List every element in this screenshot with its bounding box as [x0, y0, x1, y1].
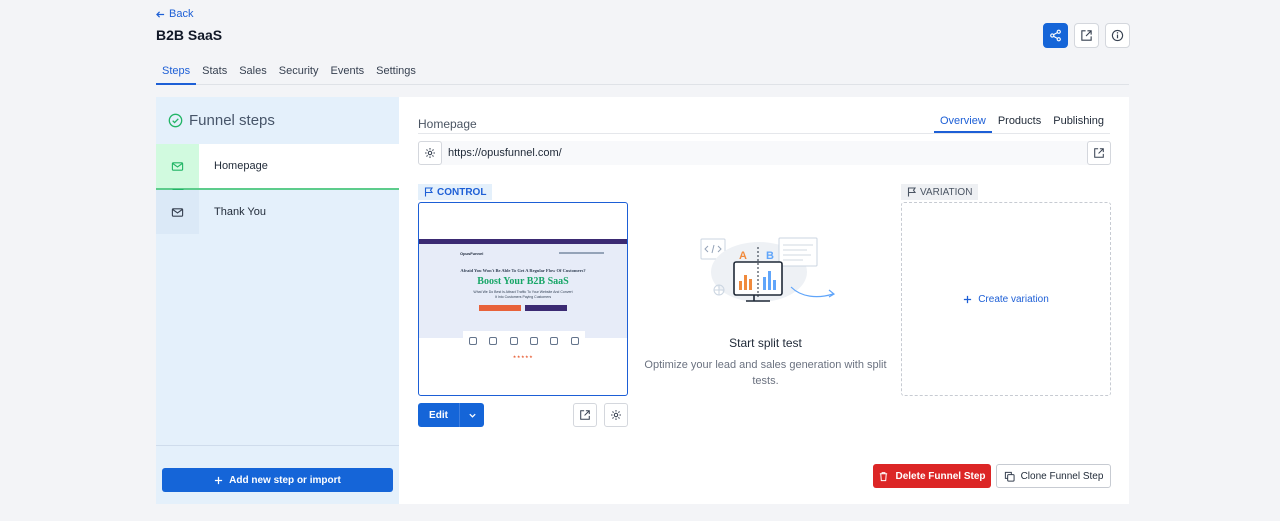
preview-subtext-2: It Into Customers Paying Customers [494, 295, 552, 299]
preview-nav [559, 252, 604, 254]
svg-text:A: A [739, 250, 747, 262]
preview-feature-icon [489, 337, 498, 345]
sidebar-divider [156, 445, 399, 446]
step-icon-container [156, 144, 199, 188]
preview-cta-primary [479, 305, 521, 311]
variation-placeholder[interactable]: Create variation [901, 202, 1111, 396]
preview-feature-icon [509, 337, 518, 345]
mail-icon [171, 161, 184, 171]
preview-heading-small: Afraid You Won't Be Able To Get A Regula… [460, 268, 586, 273]
share-icon [1050, 29, 1061, 42]
sidebar-step-homepage[interactable]: Homepage [156, 144, 399, 188]
copy-icon [1004, 471, 1015, 482]
step-detail-panel: Homepage Overview Products Publishing ht… [399, 97, 1129, 504]
back-label: Back [169, 8, 194, 20]
header-divider [418, 133, 1110, 134]
delete-funnel-step-button[interactable]: Delete Funnel Step [873, 464, 991, 488]
flag-icon [907, 187, 917, 197]
mail-icon [171, 207, 184, 217]
edit-dropdown-button[interactable] [460, 403, 484, 427]
step-tabs: Overview Products Publishing [933, 110, 1110, 133]
add-step-button[interactable]: Add new step or import [162, 468, 393, 492]
url-settings-button[interactable] [418, 141, 442, 165]
preview-cta-secondary [525, 305, 567, 311]
step-label: Homepage [214, 160, 268, 172]
preview-settings-button[interactable] [604, 403, 628, 427]
plus-icon [215, 476, 223, 484]
tab-publishing[interactable]: Publishing [1047, 110, 1110, 133]
sidebar-title: Funnel steps [189, 112, 275, 129]
info-icon [1111, 29, 1124, 42]
add-step-label: Add new step or import [229, 474, 341, 486]
external-link-icon [580, 410, 590, 420]
plus-icon [964, 295, 972, 303]
step-label: Thank You [214, 206, 266, 218]
split-test-title: Start split test [729, 336, 802, 350]
create-variation-link[interactable]: Create variation [963, 294, 1049, 305]
split-test-illustration-icon: A B [700, 237, 836, 302]
preview-logo: OpusFunnel [460, 251, 484, 256]
variation-badge: VARIATION [901, 184, 979, 200]
edit-button[interactable]: Edit [418, 403, 460, 427]
url-bar: https://opusfunnel.com/ [418, 141, 1111, 165]
funnel-steps-sidebar: Funnel steps Homepage Thank You Add new … [156, 97, 399, 504]
edit-button-group: Edit [418, 403, 484, 427]
preview-open-button[interactable] [573, 403, 597, 427]
page-title: B2B SaaS [156, 27, 223, 43]
clone-funnel-step-button[interactable]: Clone Funnel Step [996, 464, 1111, 488]
create-variation-label: Create variation [978, 293, 1049, 305]
sidebar-header: Funnel steps [168, 112, 275, 129]
tab-settings[interactable]: Settings [370, 58, 422, 85]
tab-security[interactable]: Security [273, 58, 325, 85]
step-icon-container [156, 190, 199, 234]
tab-products[interactable]: Products [992, 110, 1047, 133]
gear-icon [425, 148, 435, 158]
tab-stats[interactable]: Stats [196, 58, 233, 85]
tab-sales[interactable]: Sales [233, 58, 273, 85]
step-breadcrumb: Homepage [418, 117, 477, 131]
tab-steps[interactable]: Steps [156, 58, 197, 85]
clone-step-label: Clone Funnel Step [1020, 470, 1104, 482]
external-link-icon [1081, 30, 1092, 41]
share-button[interactable] [1043, 23, 1068, 48]
split-test-subtitle: Optimize your lead and sales generation … [644, 359, 887, 387]
preview-features [463, 331, 585, 351]
arrow-left-icon [156, 10, 165, 18]
external-link-icon [1094, 148, 1104, 158]
preview-subtext-1: What We Do Best Is Attract Traffic To Yo… [473, 290, 573, 294]
preview-heading-big: Boost Your B2B SaaS [477, 276, 569, 287]
preview-stars: ★★★★★ [512, 354, 534, 359]
gear-icon [611, 410, 621, 420]
trash-icon [880, 471, 888, 481]
open-external-button[interactable] [1074, 23, 1099, 48]
back-link[interactable]: Back [156, 8, 193, 20]
control-label: CONTROL [437, 186, 487, 198]
preview-feature-icon [469, 337, 478, 345]
preview-feature-icon [570, 337, 579, 345]
flag-icon [424, 187, 434, 197]
preview-feature-icon [550, 337, 559, 345]
open-url-button[interactable] [1087, 141, 1111, 165]
sidebar-step-thank-you[interactable]: Thank You [156, 190, 399, 234]
variation-label: VARIATION [920, 186, 973, 198]
tab-overview[interactable]: Overview [933, 110, 992, 133]
check-circle-icon [168, 113, 183, 128]
delete-step-label: Delete Funnel Step [895, 470, 986, 482]
chevron-down-icon [468, 413, 476, 418]
preview-feature-icon [530, 337, 539, 345]
control-page-preview[interactable]: OpusFunnel Afraid You Won't Be Able To G… [418, 202, 628, 396]
main-tabs: Steps Stats Sales Security Events Settin… [156, 58, 1129, 85]
svg-text:B: B [766, 250, 774, 262]
step-url[interactable]: https://opusfunnel.com/ [448, 147, 562, 159]
control-badge: CONTROL [418, 184, 493, 200]
info-button[interactable] [1105, 23, 1130, 48]
tab-events[interactable]: Events [325, 58, 371, 85]
